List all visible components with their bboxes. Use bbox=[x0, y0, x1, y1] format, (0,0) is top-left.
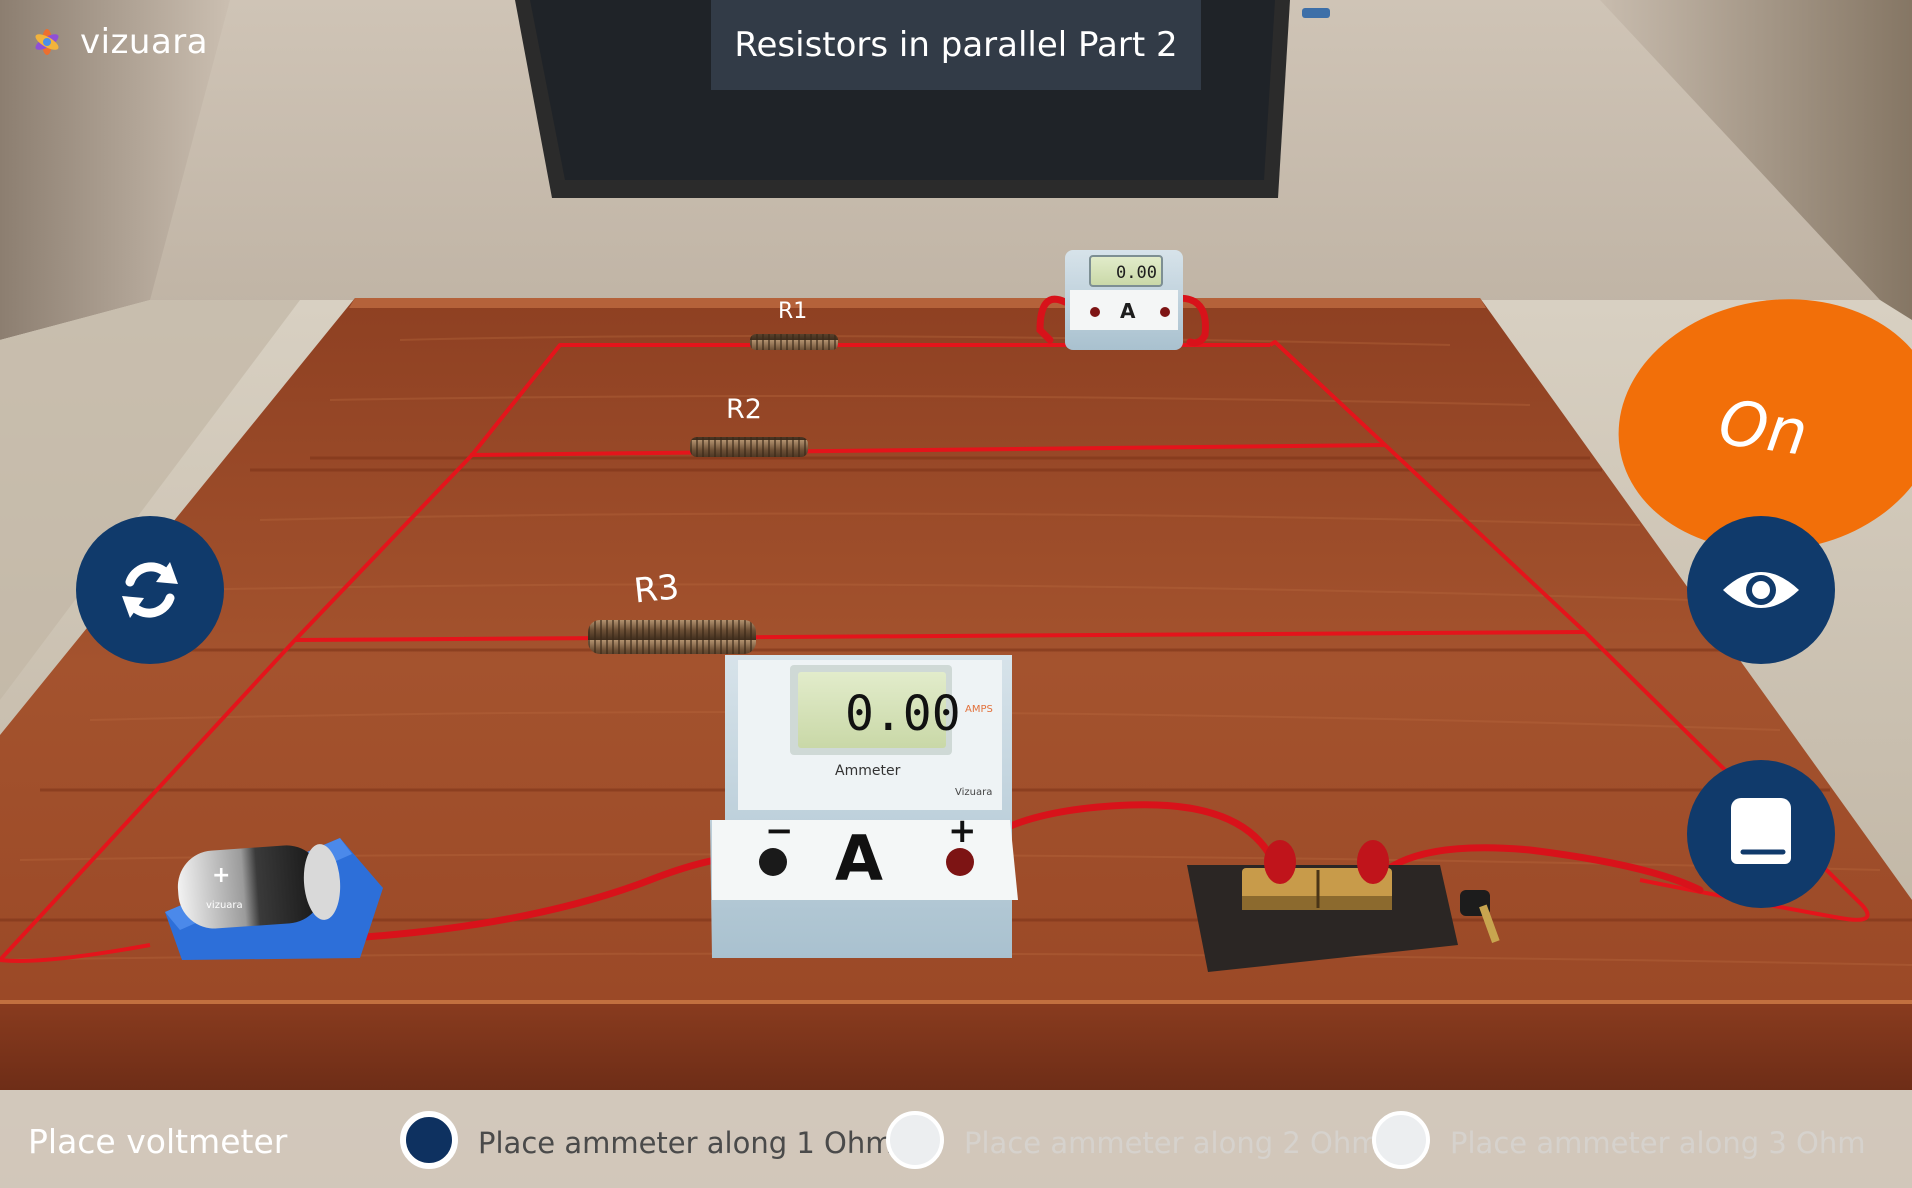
resistor-r2-label: R2 bbox=[726, 394, 762, 425]
main-ammeter[interactable]: 0.00 AMPS Ammeter Vizuara A − + bbox=[710, 655, 1018, 958]
book-button[interactable] bbox=[1687, 760, 1835, 908]
radio-ammeter-2-ohm[interactable] bbox=[886, 1111, 944, 1169]
option-label-2-ohm[interactable]: Place ammeter along 2 Ohm bbox=[964, 1126, 1380, 1160]
battery-pos: + bbox=[212, 863, 230, 888]
rotate-icon bbox=[122, 562, 178, 618]
table-front bbox=[0, 1000, 1912, 1090]
resistor-r3-label: R3 bbox=[632, 567, 681, 612]
main-ammeter-neg: − bbox=[765, 811, 794, 851]
vizuara-logo: vizuara bbox=[28, 22, 208, 62]
option-label-3-ohm[interactable]: Place ammeter along 3 Ohm bbox=[1450, 1126, 1866, 1160]
flower-logo-icon bbox=[35, 29, 59, 55]
small-ammeter-reading: 0.00 bbox=[1116, 263, 1157, 283]
battery-brand: vizuara bbox=[206, 900, 243, 911]
small-ammeter[interactable]: 0.00 A bbox=[1065, 250, 1183, 350]
main-ammeter-unit: AMPS bbox=[965, 704, 993, 715]
radio-ammeter-3-ohm[interactable] bbox=[1372, 1111, 1430, 1169]
resistor-r1-label: R1 bbox=[778, 299, 807, 324]
reset-button[interactable] bbox=[76, 516, 224, 664]
tv-port bbox=[1302, 8, 1330, 18]
main-ammeter-reading: 0.00 bbox=[845, 686, 961, 742]
main-ammeter-name: Ammeter bbox=[835, 763, 901, 779]
battery[interactable]: + vizuara bbox=[165, 838, 383, 960]
main-ammeter-pos: + bbox=[948, 811, 977, 851]
eye-icon bbox=[1723, 572, 1799, 608]
view-button[interactable] bbox=[1687, 516, 1835, 664]
place-voltmeter-button[interactable]: Place voltmeter bbox=[28, 1122, 287, 1161]
main-ammeter-pos-terminal[interactable] bbox=[946, 848, 974, 876]
book-icon bbox=[1731, 798, 1791, 864]
page-title: Resistors in parallel Part 2 bbox=[711, 0, 1201, 90]
main-ammeter-symbol: A bbox=[835, 822, 883, 895]
radio-ammeter-1-ohm[interactable] bbox=[400, 1111, 458, 1169]
main-ammeter-brand: Vizuara bbox=[955, 787, 992, 798]
main-ammeter-neg-terminal[interactable] bbox=[759, 848, 787, 876]
table-rim-back bbox=[349, 298, 1486, 308]
on-label: On bbox=[1714, 384, 1812, 470]
option-label-1-ohm[interactable]: Place ammeter along 1 Ohm bbox=[478, 1126, 894, 1160]
lab-scene: R1 R2 R3 0.00 A 0.00 AMPS Ammeter Vizuar… bbox=[0, 0, 1912, 1188]
logo-text: vizuara bbox=[80, 22, 209, 62]
small-ammeter-symbol: A bbox=[1120, 299, 1136, 323]
